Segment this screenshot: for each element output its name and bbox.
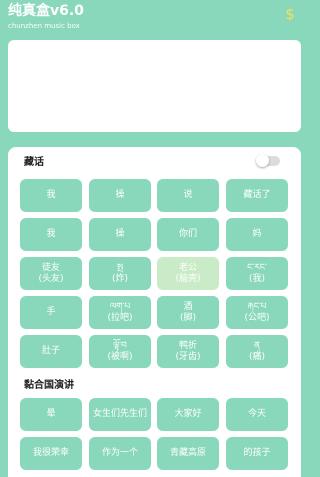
sound-button[interactable]: ལག་པ (拉吧): [89, 296, 151, 329]
sound-button[interactable]: 作为一个: [89, 437, 151, 470]
sound-button[interactable]: 徒友 (头友): [20, 257, 82, 290]
sound-button[interactable]: 晕: [20, 398, 82, 431]
sound-button[interactable]: སྤ (炸): [89, 257, 151, 290]
section-title-tibetan: 藏话: [24, 157, 44, 168]
app-header: 纯真盒v6.0 chunzhen music box $: [0, 0, 303, 40]
sound-button[interactable]: 酒 (脚): [157, 296, 219, 329]
sound-button[interactable]: 青藏高原: [157, 437, 219, 470]
sound-button-active[interactable]: 老公 (脑壳): [157, 257, 219, 290]
sound-button[interactable]: 我: [20, 218, 82, 251]
sound-button[interactable]: 妈: [226, 218, 288, 251]
dollar-icon[interactable]: $: [280, 4, 300, 24]
sound-button[interactable]: 藏话了: [226, 179, 288, 212]
sound-button[interactable]: 今天: [226, 398, 288, 431]
sound-button[interactable]: 女生们先生们: [89, 398, 151, 431]
sound-button[interactable]: 鸭折 (牙齿): [157, 335, 219, 368]
sound-button[interactable]: ང་རང་ (我): [226, 257, 288, 290]
sound-button[interactable]: 我: [20, 179, 82, 212]
sound-button[interactable]: 我很荣幸: [20, 437, 82, 470]
sound-button[interactable]: ན (痛): [226, 335, 288, 368]
toggle-knob: [256, 154, 269, 167]
sound-button[interactable]: 操: [89, 218, 151, 251]
sound-button[interactable]: 的孩子: [226, 437, 288, 470]
sound-button[interactable]: ལྟོ་བ (被啊): [89, 335, 151, 368]
app-subtitle: chunzhen music box: [8, 22, 80, 30]
sound-button[interactable]: 说: [157, 179, 219, 212]
sound-button[interactable]: 你们: [157, 218, 219, 251]
section-title-speech: 黏合国演讲: [24, 380, 74, 391]
sound-button[interactable]: 操: [89, 179, 151, 212]
display-panel: [8, 40, 301, 132]
section-toggle[interactable]: [256, 154, 280, 167]
sound-button[interactable]: 手: [20, 296, 82, 329]
sound-button[interactable]: 大家好: [157, 398, 219, 431]
app-title: 纯真盒v6.0: [8, 3, 84, 19]
sound-button[interactable]: 肚子: [20, 335, 82, 368]
sound-button[interactable]: རྐང་པ (公吧): [226, 296, 288, 329]
